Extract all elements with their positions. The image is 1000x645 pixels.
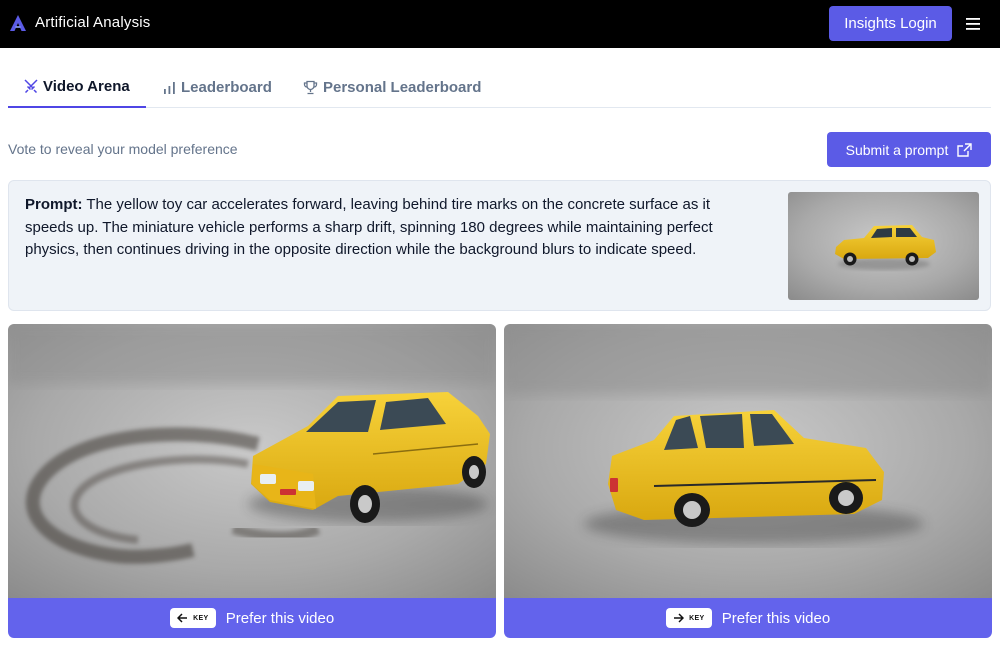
trophy-icon bbox=[303, 80, 318, 94]
key-label: KEY bbox=[193, 614, 209, 622]
video-option-a: KEY Prefer this video bbox=[8, 324, 496, 638]
prefer-video-b-button[interactable]: KEY Prefer this video bbox=[504, 598, 992, 638]
tab-leaderboard[interactable]: Leaderboard bbox=[163, 66, 272, 108]
brand-name[interactable]: Artificial Analysis bbox=[35, 14, 151, 31]
top-navigation-bar: Artificial Analysis Insights Login bbox=[0, 0, 1000, 48]
prompt-card: Prompt: The yellow toy car accelerates f… bbox=[8, 180, 991, 311]
prompt-body: The yellow toy car accelerates forward, … bbox=[25, 196, 713, 258]
submit-prompt-button[interactable]: Submit a prompt bbox=[827, 132, 991, 167]
insights-login-button[interactable]: Insights Login bbox=[829, 6, 952, 41]
prompt-text: Prompt: The yellow toy car accelerates f… bbox=[25, 194, 755, 262]
prompt-label: Prompt: bbox=[25, 196, 83, 213]
prefer-label: Prefer this video bbox=[721, 609, 831, 627]
submit-prompt-label: Submit a prompt bbox=[845, 141, 949, 158]
swords-icon bbox=[24, 79, 38, 93]
tab-label: Personal Leaderboard bbox=[323, 78, 482, 96]
triangle-logo-icon bbox=[10, 15, 26, 31]
key-label: KEY bbox=[689, 614, 705, 622]
hamburger-menu-icon[interactable] bbox=[963, 15, 983, 33]
arena-tabs: Video Arena Leaderboard Personal Leaderb… bbox=[8, 66, 991, 108]
prefer-video-a-button[interactable]: KEY Prefer this video bbox=[8, 598, 496, 638]
tab-label: Video Arena bbox=[43, 77, 130, 95]
share-icon bbox=[957, 142, 973, 157]
video-option-b: KEY Prefer this video bbox=[504, 324, 992, 638]
tab-personal-leaderboard[interactable]: Personal Leaderboard bbox=[303, 66, 481, 108]
keyboard-shortcut-hint: KEY bbox=[665, 608, 712, 628]
vote-instruction: Vote to reveal your model preference bbox=[8, 141, 238, 157]
arrow-right-icon bbox=[674, 613, 685, 623]
tab-video-arena[interactable]: Video Arena bbox=[8, 66, 146, 108]
prefer-label: Prefer this video bbox=[225, 609, 335, 627]
arrow-left-icon bbox=[177, 613, 188, 623]
prompt-reference-image bbox=[788, 192, 979, 300]
bar-chart-icon bbox=[164, 81, 175, 94]
tab-label: Leaderboard bbox=[181, 78, 272, 96]
video-player-a[interactable] bbox=[8, 324, 496, 598]
keyboard-shortcut-hint: KEY bbox=[169, 608, 216, 628]
video-player-b[interactable] bbox=[504, 324, 992, 598]
